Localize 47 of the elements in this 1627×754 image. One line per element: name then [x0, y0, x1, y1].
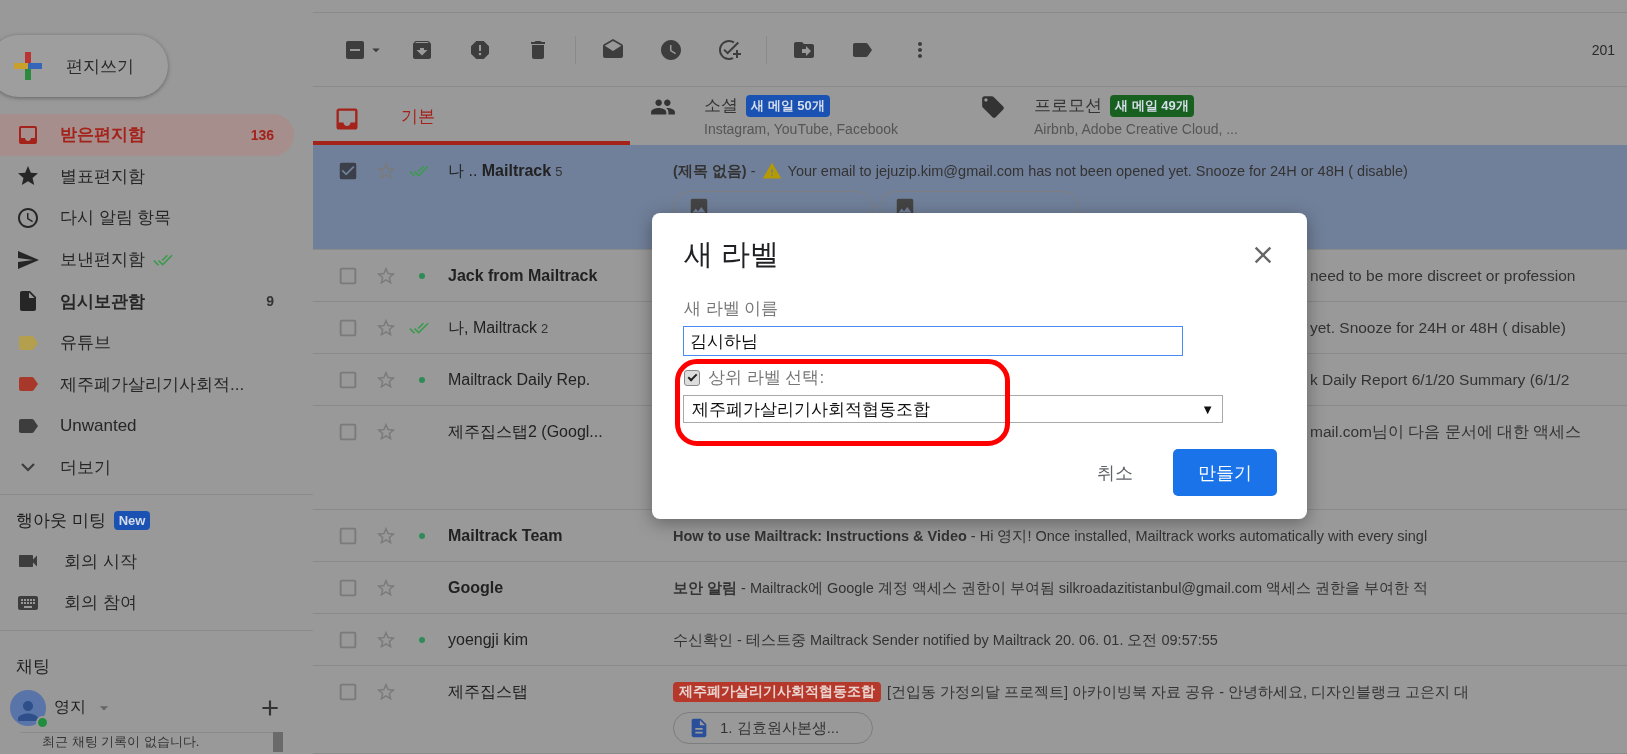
message-preview: 수신확인 - 테스트중 Mailtrack Sender notified by Mailtrack 20. 06. 01. 오전 09:57:55	[673, 630, 1218, 650]
message-preview: Your email to jejuzip.kim@gmail.com has not been opened yet. Snooze for 24H or 48H ( disable)	[787, 163, 1408, 179]
folder-label: 더보기	[60, 457, 111, 480]
message-preview: (제목 없음) -	[673, 161, 756, 181]
sender-name: yoengji kim	[448, 630, 530, 650]
meet-label: 회의 시작	[64, 550, 137, 573]
tab-label: 기본	[401, 106, 435, 128]
message-preview: need to be more discreet or profession	[1310, 266, 1576, 286]
label-tag: 제주폐가살리기사회적협동조합	[673, 682, 881, 702]
message-preview: 보안 알림 - Mailtrack에 Google 계정 액세스 권한이 부여됨 silkroadazitistanbul@gmail.com 액세스 권한을 부여한 적	[673, 578, 1429, 598]
section-title: 행아웃 미팅	[16, 510, 106, 533]
sender-name: 나, Mailtrack 2	[448, 317, 550, 338]
folder-label: 별표편지함	[60, 165, 145, 188]
dropdown-arrow: ▼	[1201, 401, 1214, 417]
sender-name: Mailtrack Team	[448, 526, 564, 546]
new-mail-badge: 새 메일 49개	[1110, 94, 1194, 117]
sender-name: Google	[448, 578, 505, 598]
folder-label: 제주폐가살리기사회적...	[60, 373, 245, 396]
unread-count: 9	[266, 293, 274, 310]
message-preview: How to use Mailtrack: Instructions & Video - Hi 영지! Once installed, Mailtrack works automatically with every singl	[673, 526, 1428, 546]
message-preview: mail.com님이 다음 문서에 대한 액세스	[1310, 421, 1582, 442]
folder-label: 받은편지함	[60, 124, 145, 147]
new-badge: New	[113, 511, 151, 531]
folder-label: Unwanted	[60, 415, 137, 436]
message-preview: yet. Snooze for 24H or 48H ( disable)	[1310, 318, 1566, 338]
sender-name: 제주집스탭2 (Googl...	[448, 421, 604, 442]
folder-label: 임시보관함	[60, 290, 145, 313]
tab-label: 소셜	[704, 95, 738, 117]
message-preview: k Daily Report 6/1/20 Summary (6/1/2	[1310, 370, 1570, 390]
tab-subtitle: Instagram, YouTube, Facebook	[704, 121, 899, 137]
new-mail-badge: 새 메일 50개	[746, 94, 830, 117]
unread-count: 136	[250, 126, 274, 143]
checkbox-label: 상위 라벨 선택:	[708, 367, 825, 389]
tab-label: 프로모션	[1034, 95, 1102, 117]
sender-name: 제주집스탭	[448, 681, 529, 702]
folder-label: 유튜브	[60, 332, 111, 355]
meet-label: 회의 참여	[64, 592, 137, 615]
tab-subtitle: Airbnb, Adobe Creative Cloud, ...	[1034, 121, 1238, 137]
folder-label: 다시 알림 항목	[60, 207, 172, 230]
section-title: 채팅	[15, 655, 51, 678]
sender-name: Mailtrack Daily Rep.	[448, 370, 592, 390]
message-preview: [건입동 가정의달 프로젝트] 아카이빙북 자료 공유 - 안녕하세요, 디자인블랭크 고은지 대	[887, 682, 1470, 702]
date-text: 201	[1591, 41, 1615, 58]
empty-chat-text: 최근 채팅 기록이 없습니다.	[42, 733, 200, 752]
sender-name: Jack from Mailtrack	[448, 266, 599, 286]
sender-name: 나 .. Mailtrack 5	[448, 160, 564, 181]
folder-label: 보낸편지함	[60, 249, 145, 272]
